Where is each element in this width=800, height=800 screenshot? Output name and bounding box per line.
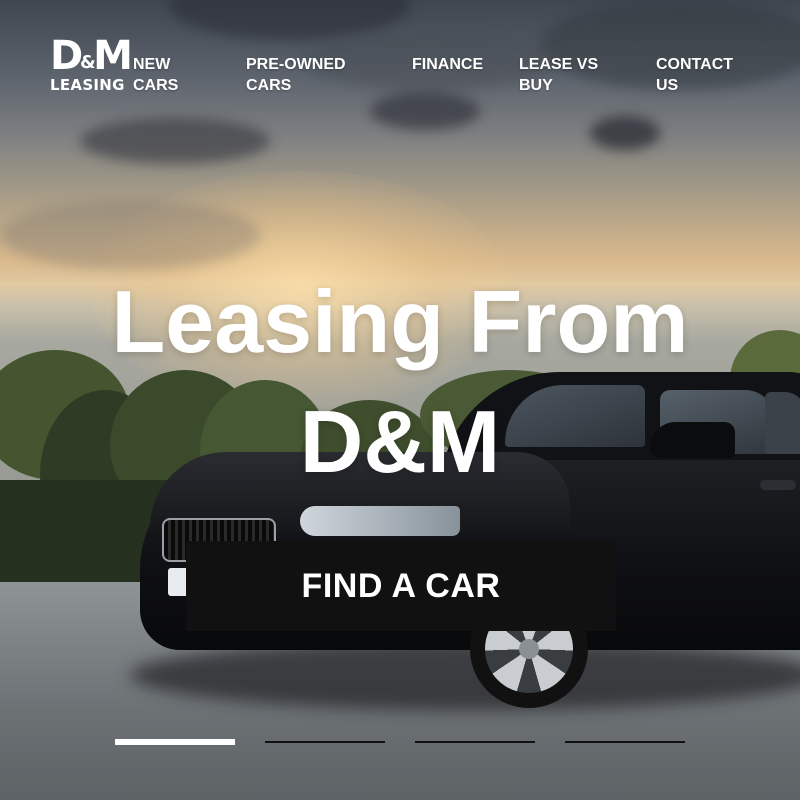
nav-pre-owned-cars[interactable]: PRE-OWNED CARS bbox=[246, 54, 366, 96]
nav-contact-us[interactable]: CONTACT US bbox=[656, 54, 756, 96]
slide-indicator-2[interactable] bbox=[265, 741, 385, 743]
hero-section: D M & LEASING NEW CARS PRE-OWNED CARS FI… bbox=[0, 0, 800, 800]
slide-indicator-3[interactable] bbox=[415, 741, 535, 743]
logo-ampersand: & bbox=[80, 52, 96, 73]
slide-indicator-1[interactable] bbox=[115, 739, 235, 745]
cloud bbox=[0, 200, 260, 270]
cloud bbox=[590, 116, 660, 150]
car-hub bbox=[519, 639, 539, 659]
nav-finance[interactable]: FINANCE bbox=[412, 54, 502, 75]
find-a-car-button[interactable]: FIND A CAR bbox=[186, 541, 616, 631]
hero-headline: Leasing From D&M bbox=[111, 272, 689, 491]
site-logo[interactable]: D M & LEASING bbox=[50, 36, 136, 96]
cloud bbox=[80, 118, 270, 164]
logo-sub-text: LEASING bbox=[50, 76, 125, 94]
car-shadow bbox=[130, 640, 800, 710]
slider-indicators bbox=[115, 739, 695, 747]
slide-indicator-4[interactable] bbox=[565, 741, 685, 743]
nav-lease-vs-buy[interactable]: LEASE VS BUY bbox=[519, 54, 609, 96]
site-header: D M & LEASING NEW CARS PRE-OWNED CARS FI… bbox=[0, 0, 800, 110]
nav-new-cars[interactable]: NEW CARS bbox=[133, 54, 203, 96]
car-headlight bbox=[300, 506, 460, 536]
